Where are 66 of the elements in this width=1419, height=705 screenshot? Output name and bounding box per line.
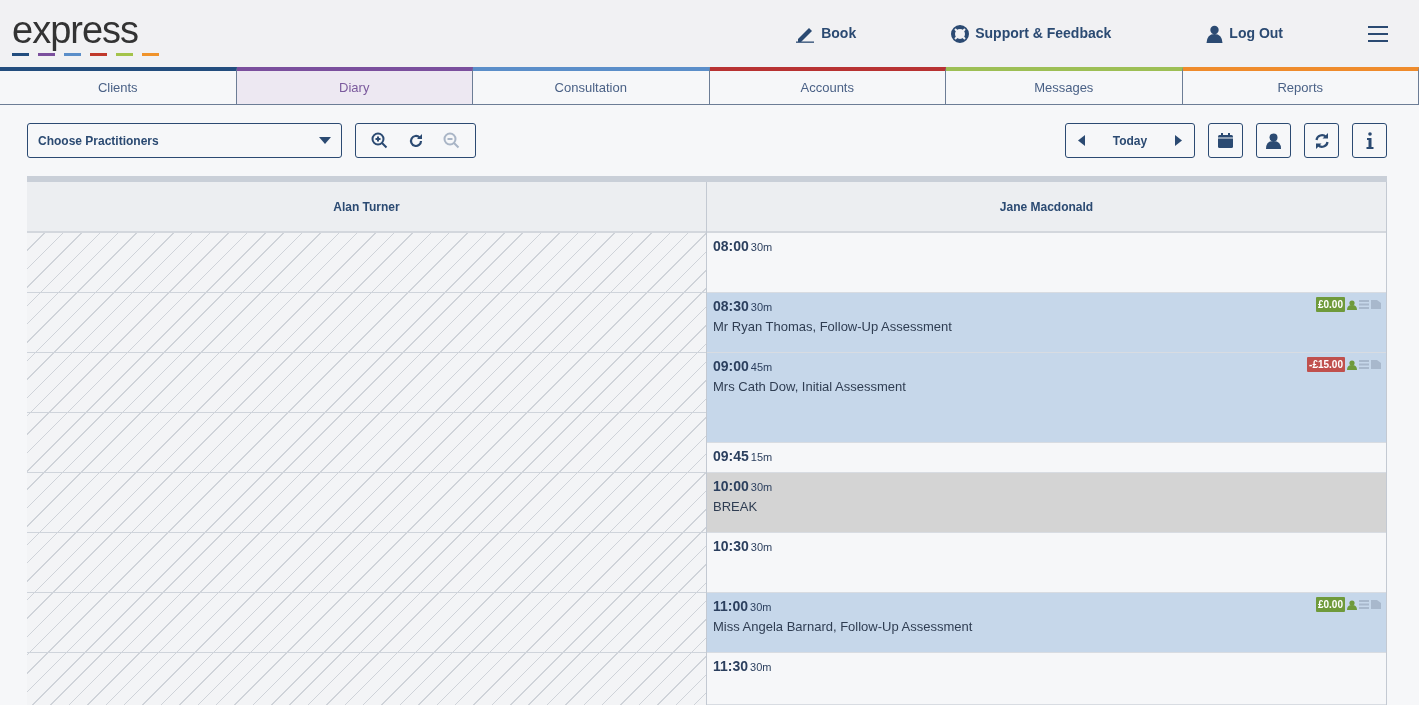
lifebuoy-icon <box>951 24 970 43</box>
appointment-title: Mrs Cath Dow, Initial Assessment <box>713 378 907 396</box>
time-label: 11:30 <box>713 658 749 674</box>
refresh-button[interactable] <box>1304 123 1339 158</box>
list-icon <box>1359 300 1369 309</box>
duration-label: 30m <box>750 301 773 313</box>
duration-label: 30m <box>750 661 772 673</box>
logo-text: express <box>12 11 140 49</box>
sync-icon <box>1313 132 1330 149</box>
column-header: Jane Macdonald <box>707 182 1386 233</box>
time-label: 11:00 <box>713 598 749 614</box>
folder-icon <box>1371 600 1381 609</box>
caret-icon <box>319 137 331 144</box>
practitioner-button[interactable] <box>1256 123 1291 158</box>
time-label: 08:30 <box>713 298 749 314</box>
duration-label: 45m <box>750 361 773 373</box>
list-icon <box>1359 360 1369 369</box>
tab[interactable]: Clients <box>0 67 237 104</box>
duration-label: 30m <box>750 601 772 613</box>
next-icon[interactable] <box>1175 135 1182 146</box>
nav-link[interactable]: Book <box>795 23 857 44</box>
break-slot[interactable]: 10:0030m BREAK <box>707 473 1386 533</box>
user-icon <box>1206 24 1224 43</box>
appointment-slot[interactable]: 11:0030m Miss Angela Barnard, Follow-Up Assessment £0.00 <box>707 593 1386 653</box>
duration-label: 30m <box>750 241 773 253</box>
menu-icon[interactable] <box>1367 24 1389 43</box>
duration-label: 30m <box>750 481 773 493</box>
time-label: 09:45 <box>713 448 749 464</box>
column-header: Alan Turner <box>27 182 706 233</box>
appointment-slot[interactable]: 08:3030m Mr Ryan Thomas, Follow-Up Assessment £0.00 <box>707 293 1386 353</box>
calendar-icon <box>1218 133 1233 148</box>
time-label: 09:00 <box>713 358 749 374</box>
tab[interactable]: Messages <box>946 67 1183 104</box>
list-icon <box>1359 600 1369 609</box>
refresh-icon[interactable] <box>407 132 424 149</box>
tab[interactable]: Consultation <box>473 67 710 104</box>
user-icon <box>1266 132 1281 149</box>
tab[interactable]: Diary <box>236 67 473 104</box>
user-icon <box>1347 599 1357 610</box>
user-icon <box>1347 299 1357 310</box>
info-icon <box>1365 132 1374 149</box>
balance-badge: £0.00 <box>1315 297 1345 312</box>
folder-icon <box>1371 360 1381 369</box>
nav-link[interactable]: Log Out <box>1206 23 1283 44</box>
appointment-title: Mr Ryan Thomas, Follow-Up Assessment <box>713 318 953 336</box>
nav-link[interactable]: Support & Feedback <box>951 23 1112 44</box>
time-label: 10:30 <box>713 538 749 554</box>
balance-badge: £0.00 <box>1315 597 1345 612</box>
today-button[interactable]: Today <box>1112 131 1148 150</box>
tab[interactable]: Reports <box>1182 67 1419 104</box>
time-label: 10:00 <box>713 478 749 494</box>
appointment-title: BREAK <box>713 498 759 516</box>
zoom-in-icon[interactable] <box>371 132 388 149</box>
duration-label: 30m <box>750 541 773 553</box>
previous-icon[interactable] <box>1078 135 1085 146</box>
duration-label: 15m <box>750 451 773 463</box>
balance-badge: -£15.00 <box>1307 357 1345 372</box>
appointment-slot[interactable]: 09:0045m Mrs Cath Dow, Initial Assessment -£15.00 <box>707 353 1386 443</box>
time-label: 08:00 <box>713 238 749 254</box>
appointment-title: Miss Angela Barnard, Follow-Up Assessment <box>713 618 974 636</box>
practitioner-dropdown[interactable]: Choose Practitioners <box>27 123 342 158</box>
user-icon <box>1347 359 1357 370</box>
calendar-button[interactable] <box>1208 123 1243 158</box>
folder-icon <box>1371 300 1381 309</box>
info-button[interactable] <box>1352 123 1387 158</box>
tab[interactable]: Accounts <box>709 67 946 104</box>
